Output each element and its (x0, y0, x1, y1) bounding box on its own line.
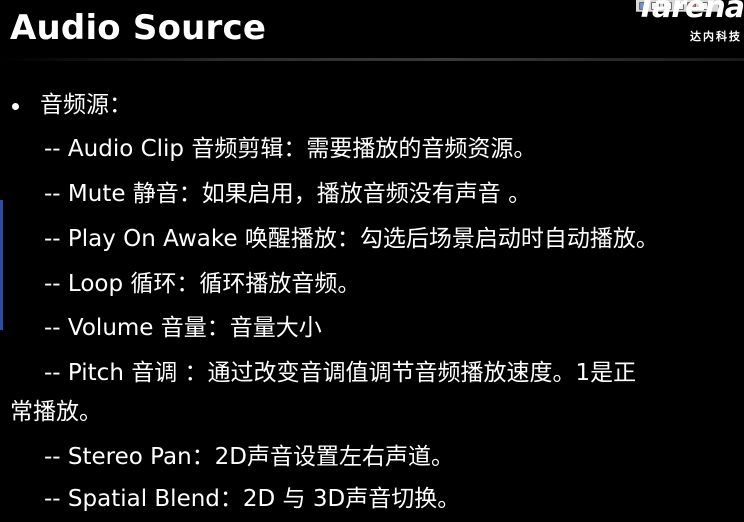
list-item: -- Play On Awake 唤醒播放：勾选后场景启动时自动播放。 (44, 226, 659, 252)
list-item: -- Volume 音量：音量大小 (44, 315, 322, 341)
list-item: -- Stereo Pan：2D声音设置左右声道。 (44, 444, 455, 470)
slide: Tarena 达内科技 Audio Source 音频源： -- Audio C… (0, 0, 744, 522)
list-item: -- Spatial Blend：2D 与 3D声音切换。 (44, 486, 461, 512)
bullet-dot-icon (12, 103, 19, 110)
list-item: -- Mute 静音：如果启用，播放音频没有声音 。 (44, 181, 532, 207)
slide-title: Audio Source (10, 8, 267, 48)
logo-wordmark: Tarena (636, 0, 744, 25)
list-item: -- Pitch 音调 ：通过改变音调值调节音频播放速度。1是正 (44, 360, 637, 386)
list-item-continuation: 常播放。 (10, 399, 102, 425)
list-item: -- Loop 循环：循环播放音频。 (44, 271, 361, 297)
logo: Tarena 达内科技 (608, 0, 744, 46)
left-accent-bar (0, 200, 3, 330)
logo-subtitle: 达内科技 (690, 30, 742, 43)
title-divider (0, 58, 744, 61)
list-item: -- Audio Clip 音频剪辑：需要播放的音频资源。 (44, 136, 537, 162)
bullet-label: 音频源： (40, 92, 132, 118)
